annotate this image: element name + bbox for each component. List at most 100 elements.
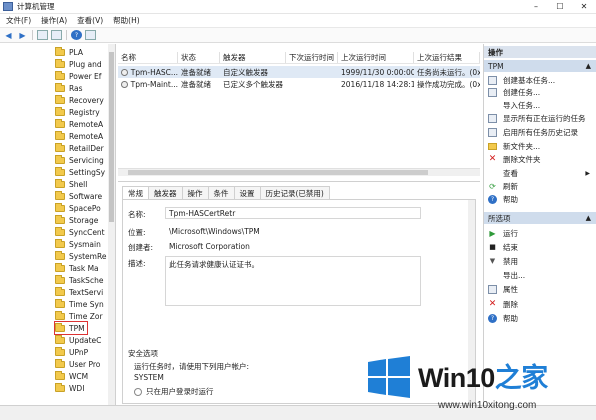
tree-item[interactable]: RemoteA: [55, 130, 103, 142]
tree-item[interactable]: PLA: [55, 46, 83, 58]
action-enable-history[interactable]: 启用所有任务历史记录: [488, 126, 594, 138]
tree-item[interactable]: WCM: [55, 370, 88, 382]
column-header-status[interactable]: 状态: [178, 52, 220, 63]
tree-item[interactable]: Servicing: [55, 154, 104, 166]
tree-item[interactable]: Storage: [55, 214, 98, 226]
tree-item[interactable]: SpacePo: [55, 202, 101, 214]
tree-item[interactable]: Plug and: [55, 58, 102, 70]
action-help-selected[interactable]: ? 帮助: [488, 312, 594, 324]
tree-item[interactable]: Time Zor: [55, 310, 103, 322]
folder-icon: [55, 178, 65, 188]
tab-triggers[interactable]: 触发器: [148, 186, 183, 199]
tree-item[interactable]: WDI: [55, 382, 84, 394]
up-folder-icon[interactable]: [37, 30, 48, 40]
description-field[interactable]: 此任务请求健康认证证书。: [165, 256, 421, 306]
tree-item[interactable]: Recovery: [55, 94, 104, 106]
action-export[interactable]: 导出...: [488, 269, 594, 281]
column-header-name[interactable]: 名称: [118, 52, 178, 63]
tree-item[interactable]: Ras: [55, 82, 83, 94]
folder-icon: [55, 190, 65, 200]
column-header-last-run[interactable]: 上次运行时间: [338, 52, 414, 63]
action-import-task[interactable]: 导入任务...: [488, 99, 594, 111]
collapse-up-icon[interactable]: ▲: [586, 62, 591, 70]
action-help[interactable]: ? 帮助: [488, 193, 594, 205]
properties-icon: [488, 284, 497, 294]
tree-item[interactable]: UpdateC: [55, 334, 101, 346]
action-create-task[interactable]: 创建任务...: [488, 86, 594, 98]
run-play-icon: ▶: [489, 228, 496, 238]
action-run[interactable]: ▶ 运行: [488, 227, 594, 239]
tree-item[interactable]: SettingSy: [55, 166, 105, 178]
collapse-up-icon[interactable]: ▲: [586, 214, 591, 222]
table-row[interactable]: Tpm-Maint... 准备就绪 已定义多个触发器 2016/11/18 14…: [118, 78, 480, 90]
action-refresh[interactable]: ⟳ 刷新: [488, 180, 594, 192]
show-hide-tree-icon[interactable]: [51, 30, 62, 40]
tab-actions[interactable]: 操作: [181, 186, 209, 199]
folder-icon: [55, 130, 65, 140]
tree-item[interactable]: Task Ma: [55, 262, 99, 274]
menu-bar: 文件(F) 操作(A) 查看(V) 帮助(H): [0, 14, 596, 28]
action-create-basic-task[interactable]: 创建基本任务...: [488, 74, 594, 86]
tab-settings[interactable]: 设置: [233, 186, 261, 199]
location-value: \Microsoft\Windows\TPM: [165, 225, 421, 237]
minimize-button[interactable]: –: [524, 0, 548, 14]
action-delete-folder[interactable]: ✕ 删除文件夹: [488, 153, 594, 165]
tree-item[interactable]: UPnP: [55, 346, 88, 358]
action-view[interactable]: 查看 ▶: [488, 167, 594, 179]
tree-item[interactable]: SyncCent: [55, 226, 105, 238]
clock-icon: [121, 68, 128, 76]
tree-item[interactable]: Shell: [55, 178, 87, 190]
tree-item[interactable]: RetailDer: [55, 142, 104, 154]
watermark-brand: Win10之家: [418, 363, 548, 393]
radio-button[interactable]: [134, 387, 142, 396]
tree-scrollbar[interactable]: [108, 44, 115, 405]
properties-icon[interactable]: [85, 30, 96, 40]
tree-item-tpm-selected[interactable]: TPM: [54, 321, 88, 335]
back-arrow-icon[interactable]: ◀: [3, 30, 14, 40]
action-new-folder[interactable]: 新文件夹...: [488, 140, 594, 152]
task-trigger: 已定义多个触发器: [223, 79, 283, 89]
tree-item[interactable]: Software: [55, 190, 102, 202]
tree-item[interactable]: TextServi: [55, 286, 103, 298]
help-icon[interactable]: ?: [71, 30, 82, 40]
task-last-run: 2016/11/18 14:28:19: [341, 79, 414, 89]
action-end[interactable]: ■ 结束: [488, 241, 594, 253]
tree-item[interactable]: RemoteA: [55, 118, 103, 130]
name-field[interactable]: Tpm-HASCertRetr: [165, 207, 421, 219]
forward-arrow-icon[interactable]: ▶: [17, 30, 28, 40]
action-disable[interactable]: ▼ 禁用: [488, 255, 594, 267]
column-header-last-result[interactable]: 上次运行结果: [414, 52, 480, 63]
close-button[interactable]: ✕: [572, 0, 596, 14]
tree-item[interactable]: Time Syn: [55, 298, 104, 310]
actions-group-selected-item[interactable]: 所选项 ▲: [484, 212, 596, 224]
folder-icon: [55, 382, 65, 392]
scrollbar-thumb[interactable]: [128, 170, 428, 175]
folder-icon: [55, 250, 65, 260]
scrollbar-thumb[interactable]: [109, 52, 114, 222]
tab-history[interactable]: 历史记录(已禁用): [259, 186, 330, 199]
tree-item[interactable]: User Pro: [55, 358, 100, 370]
menu-action[interactable]: 操作(A): [41, 15, 67, 26]
tree-item[interactable]: SystemRe: [55, 250, 106, 262]
tab-general[interactable]: 常规: [122, 186, 149, 199]
tree-item[interactable]: Registry: [55, 106, 100, 118]
author-label: 创建者:: [128, 243, 154, 252]
actions-group-tpm[interactable]: TPM ▲: [484, 60, 596, 72]
column-header-next-run[interactable]: 下次运行时间: [286, 52, 338, 63]
action-properties[interactable]: 属性: [488, 283, 594, 295]
list-horizontal-scrollbar[interactable]: [118, 168, 480, 176]
column-header-trigger[interactable]: 触发器: [220, 52, 286, 63]
tab-conditions[interactable]: 条件: [207, 186, 235, 199]
menu-view[interactable]: 查看(V): [77, 15, 103, 26]
menu-help[interactable]: 帮助(H): [113, 15, 140, 26]
table-row[interactable]: Tpm-HASC... 准备就绪 自定义触发器 1999/11/30 0:00:…: [118, 66, 480, 78]
tree-item[interactable]: Sysmain: [55, 238, 101, 250]
run-when-logged-on-option[interactable]: 只在用户登录时运行: [134, 386, 214, 397]
menu-file[interactable]: 文件(F): [6, 15, 31, 26]
tree-item[interactable]: Power Ef: [55, 70, 101, 82]
action-delete[interactable]: ✕ 删除: [488, 298, 594, 310]
tree-item[interactable]: TaskSche: [55, 274, 103, 286]
action-show-running-tasks[interactable]: 显示所有正在运行的任务: [488, 112, 594, 124]
maximize-button[interactable]: ☐: [548, 0, 572, 14]
folder-icon: [55, 226, 65, 236]
